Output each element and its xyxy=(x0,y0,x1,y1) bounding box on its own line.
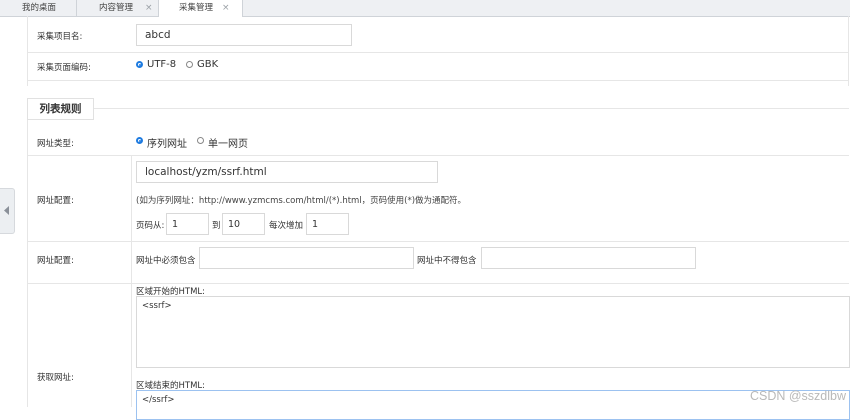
step-label: 每次增加 xyxy=(269,221,304,231)
divider xyxy=(131,155,132,241)
tab-label: 我的桌面 xyxy=(22,3,57,13)
url-input[interactable] xyxy=(136,161,438,183)
url-type-single-label: 单一网页 xyxy=(208,139,248,150)
not-contain-input[interactable] xyxy=(481,247,696,269)
tab-label: 内容管理 xyxy=(99,3,134,13)
region-start-textarea[interactable]: <ssrf> xyxy=(136,296,850,368)
url-pattern-hint: (如为序列网址：http://www.yzmcms.com/html/(*).h… xyxy=(136,196,467,206)
divider xyxy=(27,108,849,109)
url-type-single-radio[interactable] xyxy=(197,137,204,144)
url-type-sequence-label: 序列网址 xyxy=(147,139,187,150)
encoding-label: 采集页面编码: xyxy=(37,63,91,73)
url-filter-label: 网址配置: xyxy=(37,256,74,266)
section-title: 列表规则 xyxy=(27,98,94,120)
encoding-utf8-label: UTF-8 xyxy=(147,59,177,70)
url-type-label: 网址类型: xyxy=(37,139,74,149)
page-to-label: 到 xyxy=(212,221,221,231)
not-contain-label: 网址中不得包含 xyxy=(417,256,477,266)
divider xyxy=(131,283,132,407)
close-icon[interactable]: × xyxy=(145,0,153,16)
divider xyxy=(27,241,849,242)
must-contain-label: 网址中必须包含 xyxy=(136,256,196,266)
divider xyxy=(27,155,849,156)
tab-content-management[interactable]: 内容管理 × xyxy=(77,0,159,16)
page-from-input[interactable] xyxy=(166,213,209,235)
step-input[interactable] xyxy=(306,213,349,235)
sidebar-collapse-handle[interactable] xyxy=(0,188,15,234)
divider xyxy=(131,241,132,283)
close-icon[interactable]: × xyxy=(222,0,230,16)
divider xyxy=(27,283,849,284)
divider xyxy=(27,108,28,407)
divider xyxy=(848,16,849,86)
divider xyxy=(27,16,28,86)
divider xyxy=(27,80,849,81)
watermark: CSDN @sszdlbw xyxy=(749,389,846,403)
encoding-gbk-label: GBK xyxy=(197,59,219,70)
divider xyxy=(27,52,849,53)
page-from-label: 页码从: xyxy=(136,221,165,231)
tab-my-desktop[interactable]: 我的桌面 xyxy=(0,0,77,16)
fetch-url-label: 获取网址: xyxy=(37,373,74,383)
url-config-label: 网址配置: xyxy=(37,196,74,206)
tab-collection-management[interactable]: 采集管理 × xyxy=(159,0,243,17)
url-type-sequence-radio[interactable] xyxy=(136,137,143,144)
encoding-gbk-radio[interactable] xyxy=(186,61,193,68)
must-contain-input[interactable] xyxy=(199,247,414,269)
project-name-label: 采集项目名: xyxy=(37,32,83,42)
encoding-utf8-radio[interactable] xyxy=(136,61,143,68)
chevron-left-icon xyxy=(4,206,9,215)
tab-bar: 我的桌面 内容管理 × 采集管理 × xyxy=(0,0,850,17)
project-name-input[interactable] xyxy=(136,24,352,46)
region-end-textarea[interactable]: </ssrf> xyxy=(136,390,850,420)
tab-label: 采集管理 xyxy=(179,3,214,13)
page-to-input[interactable] xyxy=(222,213,265,235)
